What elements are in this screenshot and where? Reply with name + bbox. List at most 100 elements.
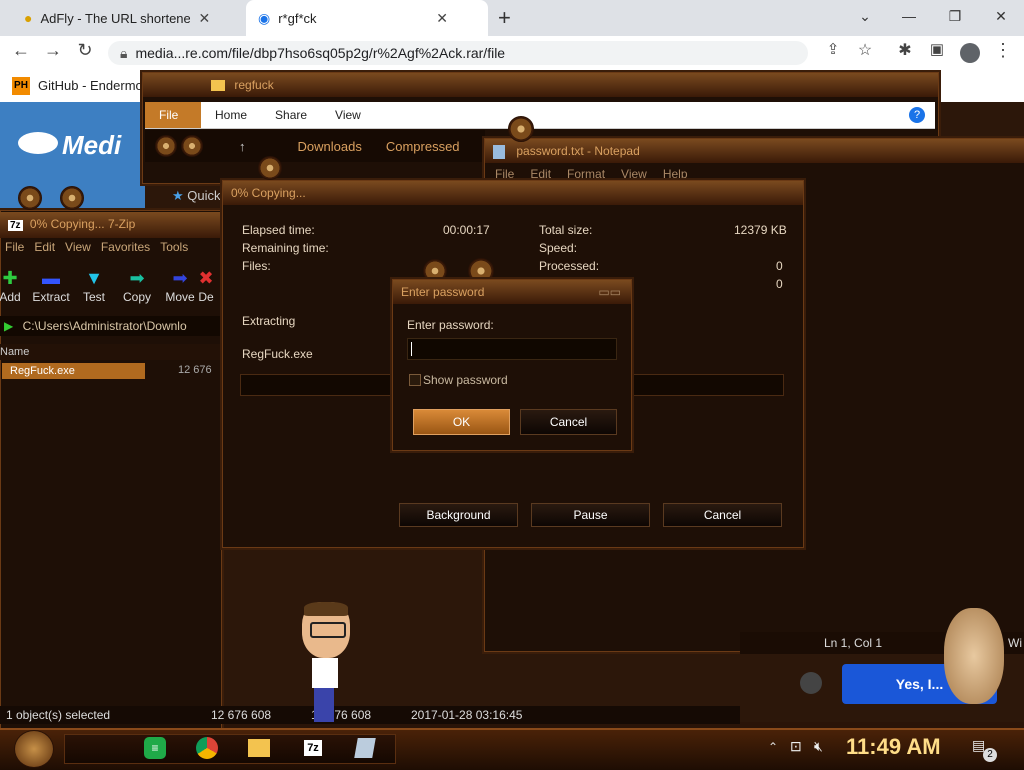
close-icon[interactable]: ✕ — [198, 10, 210, 27]
sevenzip-path-bar[interactable]: ▶ C:\Users\Administrator\Downlo — [0, 316, 220, 336]
test-button[interactable]: ▼ Test — [72, 266, 116, 304]
background-button[interactable]: Background — [399, 503, 518, 527]
menu-edit[interactable]: Edit — [530, 167, 551, 181]
current-file: RegFuck.exe — [242, 347, 313, 361]
column-header[interactable]: Name — [0, 344, 220, 360]
gear-icon — [508, 116, 534, 142]
breadcrumb-compressed[interactable]: Compressed — [386, 139, 460, 154]
menu-favorites[interactable]: Favorites — [96, 240, 155, 260]
address-bar[interactable]: 🔒︎ media...re.com/file/dbp7hso6sq05p2g/r… — [108, 41, 808, 65]
notepad-titlebar: password.txt - Notepad — [485, 139, 1024, 163]
ribbon-tab-share[interactable]: Share — [261, 102, 321, 128]
extensions-icon[interactable]: ✱ — [892, 40, 918, 60]
share-icon[interactable]: ⇪ — [820, 40, 846, 58]
minimize-icon[interactable]: — — [886, 0, 932, 32]
ok-button[interactable]: OK — [413, 409, 510, 435]
tab-title: r*gf*ck — [278, 10, 317, 26]
processed-value: 0 — [776, 259, 783, 273]
cancel-button[interactable]: Cancel — [520, 409, 617, 435]
chat-app-icon[interactable]: ≡ — [140, 735, 170, 761]
up-arrow-icon[interactable]: ↑ — [239, 139, 246, 154]
taskbar-search[interactable] — [64, 734, 396, 764]
play-icon[interactable] — [800, 672, 822, 694]
clock[interactable]: 11:49 AM — [846, 734, 941, 760]
file-explorer-icon[interactable] — [244, 735, 274, 761]
chevron-up-icon[interactable]: ⌃ — [768, 740, 778, 754]
start-button[interactable] — [14, 730, 54, 768]
tab-adfly[interactable]: ● AdFly - The URL shortener se ✕ — [12, 0, 244, 36]
gear-icon — [60, 186, 84, 210]
explorer-titlebar: regfuck — [143, 73, 938, 97]
delete-icon: ✖ — [198, 268, 214, 288]
forward-icon[interactable] — [181, 135, 203, 157]
tab-active-file[interactable]: ◉ r*gf*ck ✕ — [246, 0, 488, 36]
password-input[interactable] — [407, 338, 617, 360]
copy-button[interactable]: ➡ Copy — [115, 266, 159, 304]
sidepanel-icon[interactable]: ▣ — [924, 40, 950, 58]
bee-favicon-icon: ● — [24, 10, 33, 26]
back-icon[interactable]: ← — [8, 40, 34, 61]
character-shirt — [312, 658, 338, 688]
menu-file[interactable]: File — [495, 167, 514, 181]
folder-icon — [211, 80, 225, 92]
menu-edit[interactable]: Edit — [29, 240, 60, 260]
status-selected: 1 object(s) selected — [6, 708, 111, 722]
show-password-checkbox[interactable] — [409, 374, 421, 386]
forward-icon[interactable]: → — [40, 40, 66, 61]
hair — [304, 602, 348, 616]
network-icon[interactable]: ⊡ — [790, 738, 802, 755]
quick-access-link[interactable]: ★ Quick — [172, 188, 221, 204]
restore-icon[interactable]: ❐ — [932, 0, 978, 32]
menu-dots-icon[interactable]: ⋮ — [990, 40, 1016, 61]
close-icon[interactable]: ▭▭ — [598, 280, 621, 304]
chrome-icon[interactable] — [192, 735, 222, 761]
gear-icon — [258, 156, 282, 180]
ribbon-tab-file[interactable]: File — [145, 102, 201, 128]
ribbon-tab-home[interactable]: Home — [201, 102, 261, 128]
notepad-title: password.txt - Notepad — [516, 144, 640, 158]
plus-icon: ✚ — [2, 268, 18, 288]
remaining-label: Remaining time: — [242, 241, 329, 255]
explorer-address-bar: ↑ Downloads Compressed — [145, 130, 485, 162]
path-text: C:\Users\Administrator\Downlo — [22, 319, 187, 333]
menu-format[interactable]: Format — [567, 167, 605, 181]
chevron-down-icon[interactable]: ⌄ — [842, 0, 888, 32]
ribbon-tab-view[interactable]: View — [321, 102, 375, 128]
star-icon[interactable]: ☆ — [852, 40, 878, 60]
sevenzip-title: 0% Copying... 7-Zip — [29, 217, 136, 231]
elapsed-label: Elapsed time: — [242, 223, 315, 237]
help-icon[interactable]: ? — [909, 107, 925, 123]
avatar[interactable] — [960, 43, 980, 63]
pause-button[interactable]: Pause — [531, 503, 650, 527]
minus-icon: ▬ — [42, 268, 60, 288]
reload-icon[interactable]: ↻ — [72, 40, 98, 61]
notepad-icon — [493, 144, 505, 159]
logo-text: Medi — [62, 130, 122, 160]
status-size: 12 676 608 — [211, 708, 272, 722]
password-prompt: Enter password: — [407, 318, 494, 332]
cancel-copy-button[interactable]: Cancel — [663, 503, 782, 527]
menu-tools[interactable]: Tools — [155, 240, 193, 260]
volume-muted-icon[interactable]: 🔇︎ — [814, 738, 823, 755]
new-tab-icon[interactable]: + — [498, 5, 511, 31]
add-button[interactable]: ✚ Add — [0, 266, 32, 304]
tab-title: AdFly - The URL shortener se — [40, 10, 191, 26]
compressed-value: 0 — [776, 277, 783, 291]
close-window-icon[interactable]: ✕ — [978, 0, 1024, 32]
bookmark-github[interactable]: GitHub - Endermo — [38, 78, 143, 93]
menu-help[interactable]: Help — [663, 167, 688, 181]
menu-view[interactable]: View — [60, 240, 96, 260]
back-icon[interactable] — [155, 135, 177, 157]
menu-file[interactable]: File — [0, 240, 29, 260]
close-icon[interactable]: ✕ — [436, 10, 448, 27]
extract-button[interactable]: ▬ Extract — [29, 266, 73, 304]
menu-view[interactable]: View — [621, 167, 647, 181]
delete-button[interactable]: ✖ De — [192, 266, 220, 304]
breadcrumb-downloads[interactable]: Downloads — [298, 139, 362, 154]
table-row[interactable]: RegFuck.exe — [2, 363, 145, 379]
sevenzip-taskbar-icon[interactable]: 7z — [298, 735, 328, 761]
adfly-favicon-icon: ◉ — [258, 9, 271, 26]
hamster-mascot — [944, 608, 1004, 704]
notepad-taskbar-icon[interactable] — [350, 735, 380, 761]
text-cursor — [411, 342, 412, 356]
